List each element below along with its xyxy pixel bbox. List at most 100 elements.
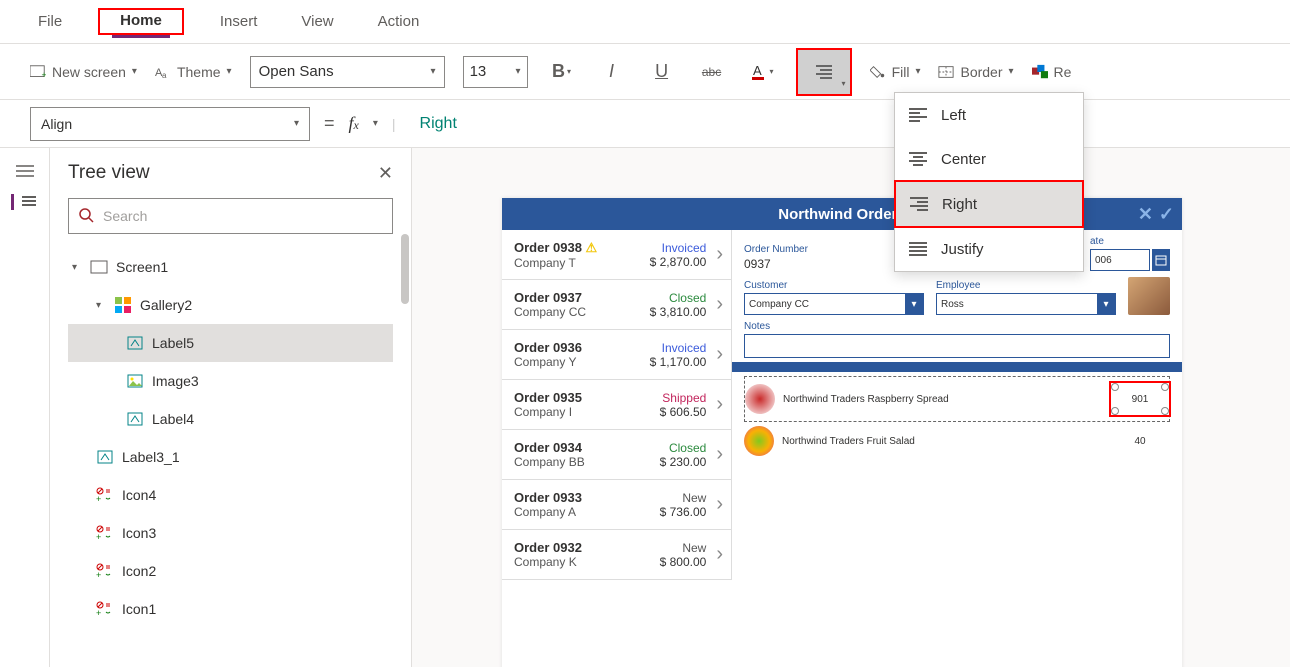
tree-view-icon[interactable] (11, 194, 38, 210)
theme-label: Theme (177, 64, 221, 80)
menu-action[interactable]: Action (370, 7, 428, 36)
icon-group-icon: + (96, 563, 114, 579)
product-name: Northwind Traders Fruit Salad (782, 436, 1102, 447)
chevron-down-icon[interactable]: ▾ (373, 118, 378, 129)
property-select[interactable]: Align ▾ (30, 107, 310, 141)
product-row[interactable]: Northwind Traders Fruit Salad 40 (744, 422, 1170, 460)
chevron-down-icon: ▾ (1009, 66, 1014, 77)
order-item[interactable]: Order 0932 Company K New $ 800.00 › (502, 530, 731, 580)
fill-button[interactable]: Fill ▾ (870, 64, 921, 80)
font-name: Open Sans (259, 63, 334, 80)
product-row[interactable]: Northwind Traders Raspberry Spread 901 (744, 376, 1170, 422)
font-color-button[interactable]: A ▾ (746, 56, 778, 88)
confirm-icon[interactable]: ✓ (1159, 204, 1174, 225)
chevron-down-icon: ▾ (132, 66, 137, 77)
hamburger-icon[interactable] (16, 164, 34, 178)
tree-label: Icon1 (122, 601, 156, 617)
align-justify-item[interactable]: Justify (895, 227, 1083, 271)
tree-item-label3-1[interactable]: Label3_1 (68, 438, 393, 476)
customer-select[interactable]: Company CC ▾ (744, 293, 924, 315)
order-id: Order 0933 (514, 490, 660, 505)
order-item[interactable]: Order 0933 Company A New $ 736.00 › (502, 480, 731, 530)
order-item[interactable]: Order 0935 Company I Shipped $ 606.50 › (502, 380, 731, 430)
align-button[interactable]: ▾ (796, 48, 852, 96)
font-size-select[interactable]: 13 ▾ (463, 56, 528, 88)
selection-handles[interactable]: 901 (1115, 387, 1165, 411)
order-company: Company CC (514, 305, 650, 319)
tree-item-icon3[interactable]: + Icon3 (68, 514, 393, 552)
tree-item-image3[interactable]: Image3 (68, 362, 393, 400)
search-input[interactable]: Search (68, 198, 393, 234)
order-status: Invoiced (650, 241, 707, 255)
order-item[interactable]: Order 0937 Company CC Closed $ 3,810.00 … (502, 280, 731, 330)
chevron-right-icon[interactable]: › (712, 543, 727, 566)
calendar-icon[interactable] (1152, 249, 1170, 271)
chevron-right-icon[interactable]: › (712, 293, 727, 316)
align-justify-label: Justify (941, 241, 984, 258)
order-item[interactable]: Order 0938 ⚠ Company T Invoiced $ 2,870.… (502, 230, 731, 280)
label-icon (96, 449, 114, 465)
formula-value[interactable]: Right (410, 115, 457, 133)
order-company: Company BB (514, 455, 660, 469)
svg-text:A: A (753, 63, 762, 78)
order-id: Order 0932 (514, 540, 660, 555)
close-icon[interactable]: ✕ (378, 163, 393, 184)
align-left-item[interactable]: Left (895, 93, 1083, 137)
menu-view[interactable]: View (293, 7, 341, 36)
tree-item-label5[interactable]: Label5 (68, 324, 393, 362)
menu-home[interactable]: Home (112, 6, 170, 38)
tree-label: Label5 (152, 335, 194, 351)
align-center-item[interactable]: Center (895, 137, 1083, 181)
chevron-right-icon[interactable]: › (712, 493, 727, 516)
chevron-right-icon[interactable]: › (712, 393, 727, 416)
chevron-down-icon: ▾ (227, 66, 232, 77)
label-icon (126, 411, 144, 427)
tree-item-gallery2[interactable]: ▾ Gallery2 (68, 286, 393, 324)
cancel-icon[interactable]: ✕ (1138, 204, 1153, 225)
order-item[interactable]: Order 0936 Company Y Invoiced $ 1,170.00… (502, 330, 731, 380)
underline-button[interactable]: U (646, 56, 678, 88)
date-input[interactable]: 006 (1090, 249, 1150, 271)
tree-label: Image3 (152, 373, 199, 389)
search-icon (79, 208, 95, 224)
tree-item-icon1[interactable]: + Icon1 (68, 590, 393, 628)
svg-text:+: + (96, 494, 101, 503)
reorder-button[interactable]: Re (1032, 64, 1072, 80)
scrollbar[interactable] (401, 234, 409, 304)
order-price: $ 2,870.00 (650, 255, 707, 269)
tree-item-icon2[interactable]: + Icon2 (68, 552, 393, 590)
tree-label: Gallery2 (140, 297, 192, 313)
menu-file[interactable]: File (30, 7, 70, 36)
bold-button[interactable]: B▾ (546, 56, 578, 88)
order-status: Closed (650, 291, 707, 305)
tree-label: Icon4 (122, 487, 156, 503)
canvas[interactable]: Northwind Orders ✕ ✓ Order 0938 ⚠ Compan… (412, 148, 1290, 667)
order-item[interactable]: Order 0934 Company BB Closed $ 230.00 › (502, 430, 731, 480)
highlight-qty: 901 (1109, 381, 1171, 417)
tree-item-screen1[interactable]: ▾ Screen1 (68, 248, 393, 286)
label-icon (126, 335, 144, 351)
order-price: $ 736.00 (660, 505, 707, 519)
chevron-right-icon[interactable]: › (712, 443, 727, 466)
fx-icon: fx (349, 113, 359, 134)
chevron-right-icon[interactable]: › (712, 343, 727, 366)
order-price: $ 800.00 (660, 555, 707, 569)
italic-button[interactable]: I (596, 56, 628, 88)
new-screen-button[interactable]: + New screen ▾ (30, 64, 137, 80)
order-id: Order 0936 (514, 340, 650, 355)
font-select[interactable]: Open Sans ▾ (250, 56, 445, 88)
theme-button[interactable]: Aa Theme ▾ (155, 64, 232, 80)
strikethrough-button[interactable]: abc (696, 56, 728, 88)
notes-input[interactable] (744, 334, 1170, 358)
tree-item-icon4[interactable]: + Icon4 (68, 476, 393, 514)
order-company: Company Y (514, 355, 650, 369)
menu-insert[interactable]: Insert (212, 7, 266, 36)
align-right-item[interactable]: Right (896, 182, 1082, 226)
order-id: Order 0937 (514, 290, 650, 305)
svg-text:+: + (42, 70, 46, 79)
tree-item-label4[interactable]: Label4 (68, 400, 393, 438)
tree-title: Tree view (68, 162, 150, 184)
chevron-right-icon[interactable]: › (712, 243, 727, 266)
border-button[interactable]: Border ▾ (938, 64, 1013, 80)
employee-select[interactable]: Ross ▾ (936, 293, 1116, 315)
